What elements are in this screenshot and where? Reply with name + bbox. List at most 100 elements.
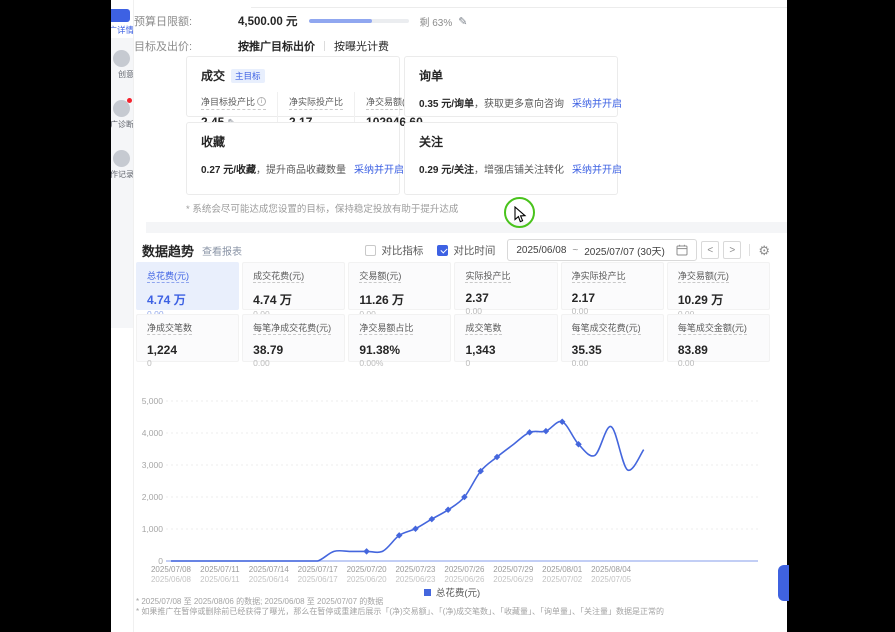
main-content: 预算日限额: 4,500.00 元 剩 63% ✎ 目标及出价: 按推广目标出价… xyxy=(134,0,787,632)
metric-card[interactable]: 净交易额(元) 10.29 万 0.00 xyxy=(667,262,770,310)
app-window: 推广详情 创意 推广诊断 操作记录 预算日限额: 4,500.00 元 剩 63… xyxy=(111,0,787,632)
metric-label: 净实际投产比 xyxy=(289,95,343,110)
budget-progress-bar xyxy=(309,19,409,23)
svg-text:2025/06/08: 2025/06/08 xyxy=(151,575,192,584)
svg-text:2025/07/17: 2025/07/17 xyxy=(298,565,339,574)
goal-card-inquiry: 询单 0.35 元/询单，获取更多意向咨询采纳并开启 xyxy=(404,56,618,117)
edit-budget-icon[interactable]: ✎ xyxy=(458,15,467,28)
trend-chart: 01,0002,0003,0004,0005,0002025/07/082025… xyxy=(136,388,770,586)
svg-text:2,000: 2,000 xyxy=(142,492,164,502)
view-report-link[interactable]: 查看报表 xyxy=(202,243,242,258)
metric-card-compare-value: 0.00 xyxy=(253,358,334,368)
metric-card[interactable]: 成交花费(元) 4.74 万 0.00 xyxy=(242,262,345,310)
metric-card-value: 11.26 万 xyxy=(359,291,440,308)
sidebar-active-tab[interactable] xyxy=(111,9,130,22)
sidebar-item-diagnosis[interactable]: 推广诊断 xyxy=(111,100,134,138)
date-range-picker[interactable]: 2025/06/08 ~ 2025/07/07 (30天) xyxy=(507,239,697,261)
metric-card-value: 1,224 xyxy=(147,343,228,357)
metric-card-value: 4.74 万 xyxy=(253,291,334,308)
metric-card-compare-value: 0 xyxy=(465,358,546,368)
svg-text:2025/07/11: 2025/07/11 xyxy=(200,565,240,574)
metric-card[interactable]: 实际投产比 2.37 0.00 xyxy=(454,262,557,310)
goal-bid-row: 目标及出价: 按推广目标出价 按曝光计费 xyxy=(134,37,389,55)
legend-label: 总花费(元) xyxy=(436,585,480,599)
date-end: 2025/07/07 (30天) xyxy=(584,243,665,258)
metric-card-label: 总花费(元) xyxy=(147,269,189,283)
svg-text:2025/06/20: 2025/06/20 xyxy=(347,575,388,584)
notification-dot xyxy=(127,98,132,103)
info-icon[interactable]: i xyxy=(257,97,266,106)
trend-line-chart: 01,0002,0003,0004,0005,0002025/07/082025… xyxy=(136,388,770,586)
metric-card[interactable]: 净实际投产比 2.17 0.00 xyxy=(561,262,664,310)
budget-progress-fill xyxy=(309,19,372,23)
goal-card-favorite: 收藏 0.27 元/收藏，提升商品收藏数量采纳并开启 xyxy=(186,122,400,195)
metric-card-label: 交易额(元) xyxy=(359,269,401,283)
budget-row: 预算日限额: 4,500.00 元 剩 63% ✎ xyxy=(134,12,467,30)
bid-option-by-impression[interactable]: 按曝光计费 xyxy=(334,38,389,54)
metric-card-compare-value: 0 xyxy=(147,358,228,368)
metric-card[interactable]: 每笔成交花费(元) 35.35 0.00 xyxy=(561,314,664,362)
metric-card-label: 成交花费(元) xyxy=(253,269,304,283)
metric-card-value: 83.89 xyxy=(678,343,759,357)
prev-period-button[interactable]: < xyxy=(701,241,719,259)
metric-card[interactable]: 交易额(元) 11.26 万 0.00 xyxy=(348,262,451,310)
primary-goal-badge: 主目标 xyxy=(231,69,265,83)
footnote-disclaimer: * 如果推广在暂停或删除前已经获得了曝光，那么在暂停或重建后展示「(净)交易额」… xyxy=(136,606,664,617)
metric-card-compare-value: 0.00 xyxy=(678,358,759,368)
metric-card-value: 1,343 xyxy=(465,343,546,357)
legend-swatch xyxy=(424,589,431,596)
svg-text:2025/08/01: 2025/08/01 xyxy=(542,565,583,574)
svg-text:2025/06/29: 2025/06/29 xyxy=(493,575,534,584)
goal-card-title: 关注 xyxy=(419,133,443,150)
metric-card[interactable]: 总花费(元) 4.74 万 0.00 xyxy=(136,262,239,310)
controls-divider xyxy=(749,244,750,256)
bid-option-by-goal[interactable]: 按推广目标出价 xyxy=(238,38,315,54)
goal-card-title: 询单 xyxy=(419,67,443,84)
budget-value: 4,500.00 元 xyxy=(238,13,297,29)
metric-card-value: 38.79 xyxy=(253,343,334,357)
trend-controls: 对比指标 对比时间 2025/06/08 ~ 2025/07/07 (30天) … xyxy=(365,239,770,261)
goal-card-desc: 0.29 元/关注，增强店铺关注转化采纳并开启 xyxy=(419,161,603,176)
calendar-icon xyxy=(676,244,688,256)
metric-card[interactable]: 每笔净成交花费(元) 38.79 0.00 xyxy=(242,314,345,362)
svg-text:2025/07/26: 2025/07/26 xyxy=(444,565,485,574)
svg-text:2025/06/11: 2025/06/11 xyxy=(200,575,240,584)
metric-card-label: 实际投产比 xyxy=(465,269,510,283)
goal-bid-label: 目标及出价: xyxy=(134,38,238,54)
floating-side-tab[interactable] xyxy=(778,565,789,601)
sidebar-item-detail[interactable]: 推广详情 xyxy=(111,24,134,36)
svg-text:2025/06/26: 2025/06/26 xyxy=(444,575,485,584)
next-period-button[interactable]: > xyxy=(723,241,741,259)
compare-metric-checkbox[interactable] xyxy=(365,245,376,256)
goal-card-title: 收藏 xyxy=(201,133,225,150)
section-divider xyxy=(146,222,787,233)
svg-text:3,000: 3,000 xyxy=(142,460,164,470)
svg-text:2025/07/08: 2025/07/08 xyxy=(151,565,192,574)
metric-card-label: 净交易额(元) xyxy=(678,269,729,283)
metric-card[interactable]: 净成交笔数 1,224 0 xyxy=(136,314,239,362)
metric-card[interactable]: 净交易额占比 91.38% 0.00% xyxy=(348,314,451,362)
compare-time-checkbox[interactable] xyxy=(437,245,448,256)
svg-text:2025/06/23: 2025/06/23 xyxy=(395,575,436,584)
metric-card-value: 35.35 xyxy=(572,343,653,357)
goal-cards: 成交 主目标 净目标投产比i 2.45✎ 净实际投产比 2.17 净交易额(元)… xyxy=(186,56,618,195)
gear-icon[interactable]: ⚙ xyxy=(758,244,770,257)
sidebar-item-creative[interactable]: 创意 xyxy=(111,50,134,88)
sidebar-panel: 创意 推广诊断 操作记录 xyxy=(111,38,134,328)
camera-icon xyxy=(113,100,130,117)
svg-text:2025/07/20: 2025/07/20 xyxy=(347,565,388,574)
adopt-enable-link[interactable]: 采纳并开启 xyxy=(354,165,404,176)
bulb-icon xyxy=(113,50,130,67)
option-divider xyxy=(324,41,325,51)
metric-card[interactable]: 成交笔数 1,343 0 xyxy=(454,314,557,362)
metric-card[interactable]: 每笔成交金额(元) 83.89 0.00 xyxy=(667,314,770,362)
metric-card-value: 4.74 万 xyxy=(147,291,228,308)
svg-text:2025/06/17: 2025/06/17 xyxy=(298,575,339,584)
compare-time-label[interactable]: 对比时间 xyxy=(453,243,495,258)
sidebar-item-records[interactable]: 操作记录 xyxy=(111,150,134,188)
compare-metric-label[interactable]: 对比指标 xyxy=(381,243,423,258)
svg-text:4,000: 4,000 xyxy=(142,428,164,438)
mouse-cursor xyxy=(514,206,527,223)
adopt-enable-link[interactable]: 采纳并开启 xyxy=(572,165,622,176)
adopt-enable-link[interactable]: 采纳并开启 xyxy=(572,99,622,110)
